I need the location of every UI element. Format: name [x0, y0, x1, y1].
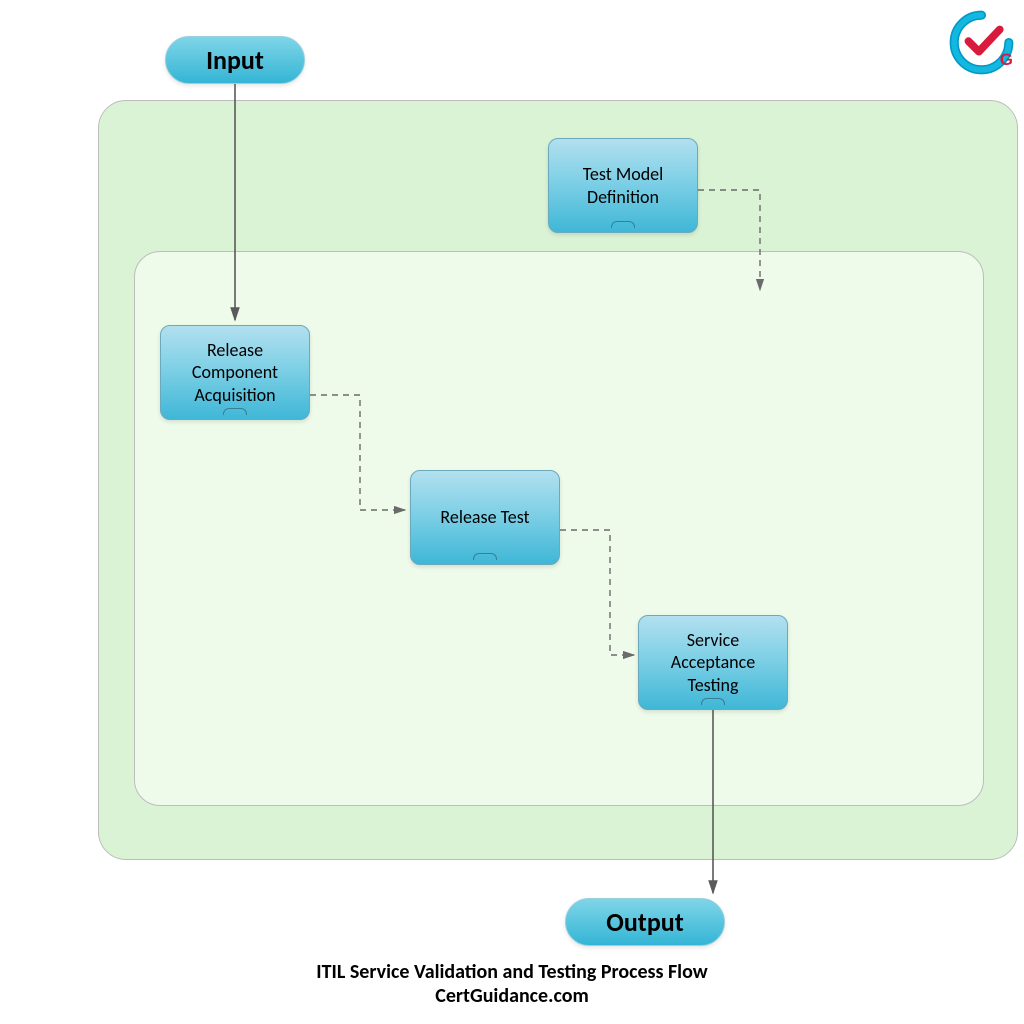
diagram-source: CertGuidance.com	[0, 984, 1024, 1008]
release-component-acquisition-box: Release Component Acquisition	[160, 325, 310, 420]
release-test-box: Release Test	[410, 470, 560, 565]
svg-text:G: G	[1000, 50, 1013, 69]
input-terminator: Input	[165, 36, 305, 84]
test-model-definition-box: Test Model Definition	[548, 138, 698, 233]
diagram-title: ITIL Service Validation and Testing Proc…	[0, 960, 1024, 984]
certguidance-logo: G	[949, 10, 1014, 75]
service-acceptance-testing-box: Service Acceptance Testing	[638, 615, 788, 710]
output-terminator: Output	[565, 898, 725, 946]
